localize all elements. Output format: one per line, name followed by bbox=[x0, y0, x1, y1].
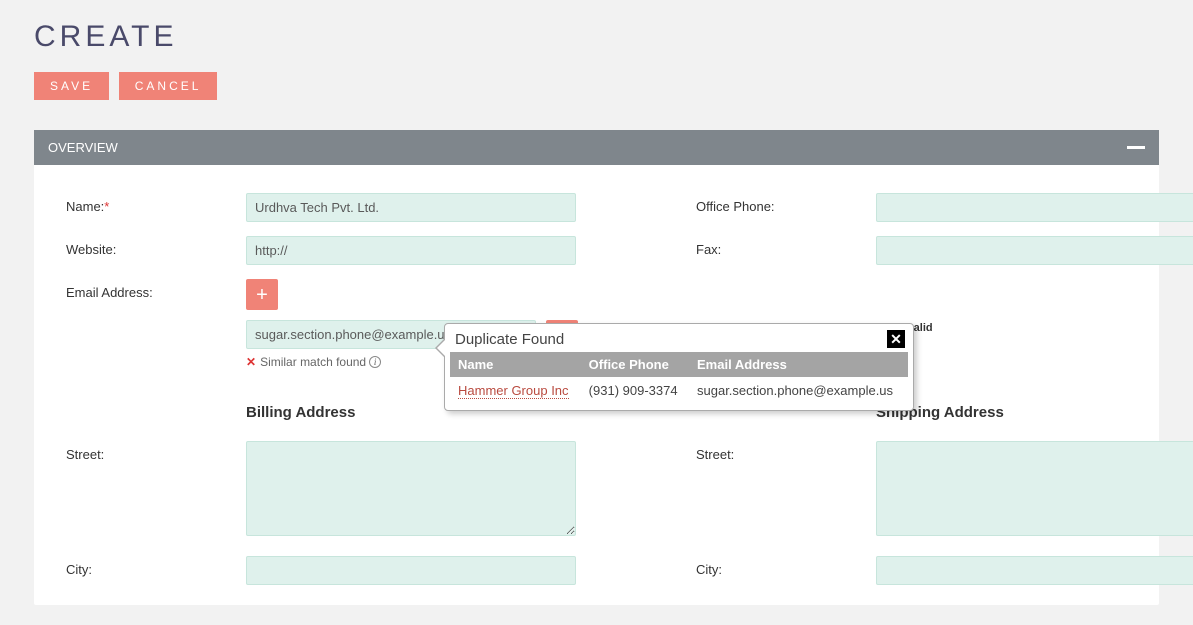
shipping-city-label: City: bbox=[696, 556, 866, 577]
website-label: Website: bbox=[66, 236, 236, 257]
billing-street-label: Street: bbox=[66, 441, 236, 462]
panel-title: OVERVIEW bbox=[48, 140, 118, 155]
shipping-address-title: Shipping Address bbox=[876, 404, 1193, 421]
x-icon: ✕ bbox=[246, 355, 256, 369]
popup-title: Duplicate Found bbox=[455, 331, 564, 348]
billing-city-input[interactable] bbox=[246, 556, 576, 585]
dup-phone: (931) 909-3374 bbox=[581, 377, 689, 404]
dup-header-name: Name bbox=[450, 352, 581, 377]
dup-email: sugar.section.phone@example.us bbox=[689, 377, 908, 404]
website-input[interactable] bbox=[246, 236, 576, 265]
table-row: Hammer Group Inc (931) 909-3374 sugar.se… bbox=[450, 377, 908, 404]
name-label: Name:* bbox=[66, 193, 236, 214]
action-buttons: SAVE CANCEL bbox=[34, 72, 1159, 100]
plus-icon: + bbox=[256, 285, 268, 305]
save-button[interactable]: SAVE bbox=[34, 72, 109, 100]
office-phone-input[interactable] bbox=[876, 193, 1193, 222]
shipping-street-label: Street: bbox=[696, 441, 866, 462]
shipping-street-input[interactable] bbox=[876, 441, 1193, 536]
dup-header-email: Email Address bbox=[689, 352, 908, 377]
duplicate-popup: Duplicate Found ✕ Name Office Phone Emai… bbox=[444, 323, 914, 411]
close-icon[interactable]: ✕ bbox=[887, 330, 905, 348]
fax-label: Fax: bbox=[696, 236, 866, 257]
billing-street-input[interactable] bbox=[246, 441, 576, 536]
email-label: Email Address: bbox=[66, 279, 236, 300]
dup-name-link[interactable]: Hammer Group Inc bbox=[458, 383, 569, 399]
billing-city-label: City: bbox=[66, 556, 236, 577]
panel-header[interactable]: OVERVIEW bbox=[34, 130, 1159, 165]
overview-panel: OVERVIEW Name:* Office Phone: Website: F… bbox=[34, 130, 1159, 605]
duplicate-table: Name Office Phone Email Address Hammer G… bbox=[450, 352, 908, 404]
name-input[interactable] bbox=[246, 193, 576, 222]
info-icon[interactable]: i bbox=[369, 356, 381, 368]
page-title: CREATE bbox=[34, 20, 1159, 54]
required-icon: * bbox=[104, 199, 109, 214]
office-phone-label: Office Phone: bbox=[696, 193, 866, 214]
cancel-button[interactable]: CANCEL bbox=[119, 72, 218, 100]
shipping-city-input[interactable] bbox=[876, 556, 1193, 585]
add-email-button[interactable]: + bbox=[246, 279, 278, 310]
dup-header-phone: Office Phone bbox=[581, 352, 689, 377]
fax-input[interactable] bbox=[876, 236, 1193, 265]
minus-icon[interactable] bbox=[1127, 146, 1145, 149]
